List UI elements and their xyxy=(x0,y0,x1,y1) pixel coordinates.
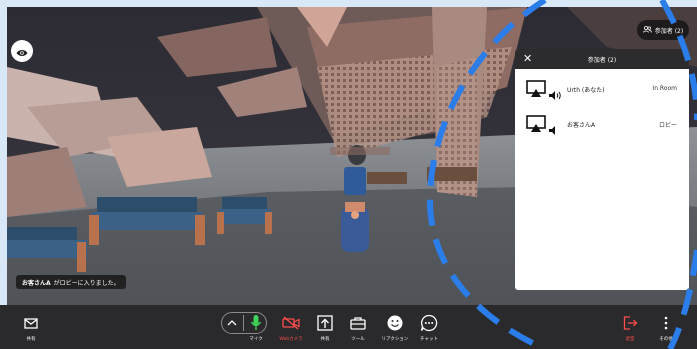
mic-label: マイク xyxy=(249,337,263,342)
participant-row[interactable]: お客さんA ロビー xyxy=(515,113,689,137)
share-button[interactable]: 共有 xyxy=(312,305,338,349)
mic-button[interactable]: マイク xyxy=(243,305,269,349)
camera-off-icon xyxy=(282,314,300,332)
participant-name: Urth (あなた) xyxy=(567,87,605,94)
leave-button[interactable]: 退室 xyxy=(618,305,642,349)
more-button[interactable]: その他 xyxy=(655,305,677,349)
share-label: 共有 xyxy=(320,337,330,342)
frame-border-top xyxy=(0,0,697,7)
microphone-icon xyxy=(250,314,262,332)
smiley-icon xyxy=(387,314,403,332)
leave-label: 退室 xyxy=(625,337,635,342)
reaction-button[interactable]: リアクション xyxy=(378,305,412,349)
mail-icon xyxy=(24,314,38,332)
webcam-label: Webカメラ xyxy=(279,337,303,342)
more-vertical-icon xyxy=(664,314,668,332)
app-window: 参加者 (2) ✕ 参加者 (2) Urth (あなた) In Room お客さ… xyxy=(0,0,697,349)
webcam-button[interactable]: Webカメラ xyxy=(274,305,308,349)
participant-status: ロビー xyxy=(658,122,677,129)
toolbox-icon xyxy=(350,314,366,332)
visibility-toggle-button[interactable] xyxy=(11,40,33,62)
participant-name: お客さんA xyxy=(567,122,596,129)
participants-button-label: 参加者 (2) xyxy=(654,27,684,35)
participants-panel: ✕ 参加者 (2) Urth (あなた) In Room お客さんA ロビー xyxy=(515,49,689,290)
notification-toast: お客さんA がロビーに入りました。 xyxy=(16,275,126,289)
participants-panel-header: ✕ 参加者 (2) xyxy=(515,49,689,69)
more-label: その他 xyxy=(659,337,673,342)
toast-user-name: お客さんA xyxy=(22,279,51,287)
frame-border-left xyxy=(0,0,7,305)
screen-share-icon xyxy=(526,80,546,102)
participants-button[interactable]: 参加者 (2) xyxy=(637,20,689,40)
reaction-label: リアクション xyxy=(381,337,409,342)
share-left-label: 共有 xyxy=(26,337,36,342)
chat-label: チャット xyxy=(420,337,438,342)
speaker-volume-icon xyxy=(549,85,563,104)
chevron-up-icon xyxy=(227,314,237,332)
logout-icon xyxy=(623,314,638,332)
users-icon xyxy=(642,25,652,35)
participant-row[interactable]: Urth (あなた) In Room xyxy=(515,78,689,102)
close-icon[interactable]: ✕ xyxy=(523,52,532,66)
toast-message: がロビーに入りました。 xyxy=(53,279,120,287)
participants-panel-title: 参加者 (2) xyxy=(587,56,617,64)
participant-status: In Room xyxy=(652,85,677,92)
chat-bubble-icon xyxy=(420,314,438,332)
share-left-button[interactable]: 共有 xyxy=(18,305,44,349)
mic-options-button[interactable] xyxy=(222,305,242,349)
chat-button[interactable]: チャット xyxy=(416,305,442,349)
screen-share-icon xyxy=(526,115,546,137)
speaker-icon xyxy=(549,120,557,139)
tools-label: ツール xyxy=(351,337,365,342)
tools-button[interactable]: ツール xyxy=(344,305,372,349)
eye-icon xyxy=(16,42,28,61)
upload-icon xyxy=(317,314,333,332)
